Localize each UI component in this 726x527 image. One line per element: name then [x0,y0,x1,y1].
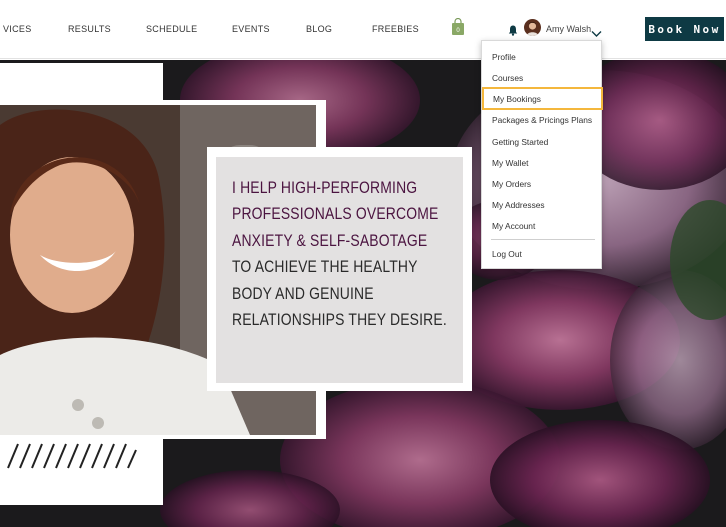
menu-item-my-account[interactable]: My Account [482,215,603,236]
nav-schedule[interactable]: SCHEDULE [146,24,197,34]
book-now-button[interactable]: Book Now [645,17,724,41]
tagline-line-2: PROFESSIONALS OVERCOME [232,205,439,224]
nav-events[interactable]: EVENTS [232,24,270,34]
menu-item-my-orders[interactable]: My Orders [482,173,603,194]
user-dropdown-menu: Profile Courses My Bookings Packages & P… [481,40,603,269]
menu-item-my-wallet[interactable]: My Wallet [482,152,603,173]
tagline-panel: I HELP HIGH-PERFORMING PROFESSIONALS OVE… [216,157,463,383]
chevron-down-icon[interactable] [591,25,602,37]
cart-icon[interactable]: 0 [451,17,465,36]
nav-blog[interactable]: BLOG [306,24,332,34]
menu-item-my-addresses[interactable]: My Addresses [482,194,603,215]
nav-results[interactable]: RESULTS [68,24,111,34]
nav-services[interactable]: VICES [3,24,32,34]
menu-item-packages[interactable]: Packages & Pricings Plans [482,109,603,130]
menu-item-profile[interactable]: Profile [482,46,603,67]
nav-freebies[interactable]: FREEBIES [372,24,419,34]
menu-divider [491,239,595,240]
menu-item-getting-started[interactable]: Getting Started [482,131,603,152]
tagline-line-3: ANXIETY & SELF-SABOTAGE [232,231,428,250]
decorative-stripes [7,443,137,469]
menu-item-my-bookings[interactable]: My Bookings [482,87,603,110]
tagline-line-5: BODY AND GENUINE [232,284,374,303]
tagline-line-1: I HELP HIGH-PERFORMING [232,179,418,197]
tagline-line-4: TO ACHIEVE THE HEALTHY [232,258,418,277]
site-header: VICES RESULTS SCHEDULE EVENTS BLOG FREEB… [0,0,726,59]
user-avatar[interactable] [524,19,541,36]
tagline-line-6: RELATIONSHIPS THEY DESIRE. [232,311,447,330]
menu-item-courses[interactable]: Courses [482,67,603,88]
user-name[interactable]: Amy Walsh [546,24,591,34]
bell-icon[interactable] [508,23,518,36]
menu-item-log-out[interactable]: Log Out [482,243,603,264]
tagline-card: I HELP HIGH-PERFORMING PROFESSIONALS OVE… [207,147,472,391]
hero-section: I HELP HIGH-PERFORMING PROFESSIONALS OVE… [0,60,726,527]
